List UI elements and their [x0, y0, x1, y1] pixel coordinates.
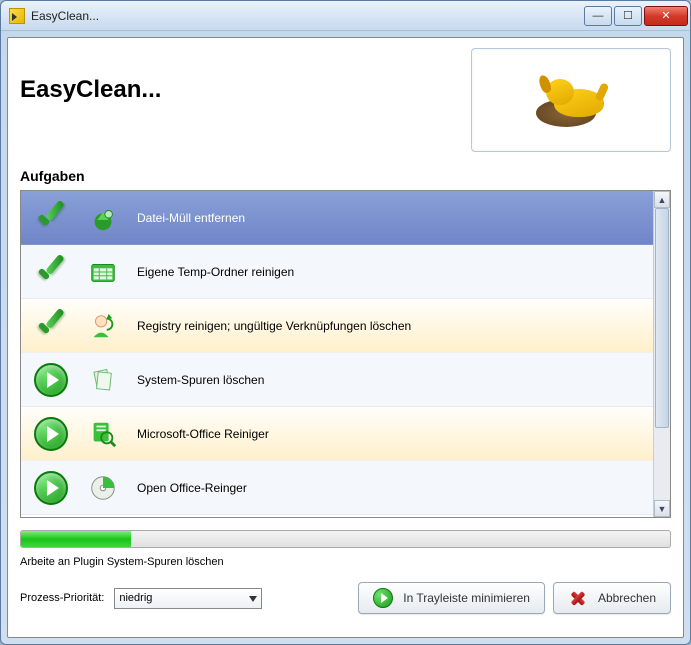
- task-label: Microsoft-Office Reiniger: [137, 427, 269, 441]
- check-icon: [33, 200, 69, 236]
- user-refresh-icon: [87, 310, 119, 342]
- priority-value: niedrig: [119, 592, 152, 604]
- scroll-track[interactable]: [654, 208, 670, 500]
- vertical-scrollbar[interactable]: ▲ ▼: [653, 191, 670, 517]
- titlebar[interactable]: EasyClean... — ☐ ✕: [1, 1, 690, 31]
- priority-label: Prozess-Priorität:: [20, 592, 104, 604]
- calendar-icon: [87, 256, 119, 288]
- app-window: EasyClean... — ☐ ✕ EasyClean... Aufgaben: [0, 0, 691, 645]
- minimize-to-tray-button[interactable]: In Trayleiste minimieren: [358, 582, 545, 614]
- arrow-pending-icon: [33, 470, 69, 506]
- check-icon: [33, 308, 69, 344]
- task-label: Eigene Temp-Ordner reinigen: [137, 265, 294, 279]
- task-label: Open Office-Reinger: [137, 481, 247, 495]
- mascot-image: [471, 48, 671, 152]
- close-window-button[interactable]: ✕: [644, 6, 688, 26]
- arrow-pending-icon: [33, 416, 69, 452]
- app-icon: [9, 8, 25, 24]
- button-label: In Trayleiste minimieren: [403, 591, 530, 605]
- priority-combobox[interactable]: niedrig: [114, 588, 262, 609]
- tasks-section-title: Aufgaben: [20, 168, 671, 184]
- task-row[interactable]: Microsoft-Office Reiniger: [21, 407, 653, 461]
- progress-fill: [21, 531, 131, 547]
- tray-arrow-icon: [373, 588, 393, 608]
- status-text: Arbeite an Plugin System-Spuren löschen: [20, 556, 671, 568]
- office-search-icon: [87, 418, 119, 450]
- minimize-window-button[interactable]: —: [584, 6, 612, 26]
- bottom-controls: Prozess-Priorität: niedrig In Trayleiste…: [20, 582, 671, 614]
- task-list: Datei-Müll entfernen Eigene Temp-Ordner …: [21, 191, 653, 517]
- progress-bar: [20, 530, 671, 548]
- button-label: Abbrechen: [598, 591, 656, 605]
- task-label: Datei-Müll entfernen: [137, 211, 245, 225]
- scroll-thumb[interactable]: [655, 208, 669, 428]
- task-label: System-Spuren löschen: [137, 373, 264, 387]
- task-row[interactable]: Registry reinigen; ungültige Verknüpfung…: [21, 299, 653, 353]
- task-row[interactable]: Eigene Temp-Ordner reinigen: [21, 245, 653, 299]
- window-title: EasyClean...: [31, 9, 582, 23]
- app-title: EasyClean...: [20, 76, 161, 104]
- maximize-window-button[interactable]: ☐: [614, 6, 642, 26]
- arrow-pending-icon: [33, 362, 69, 398]
- task-pane: Datei-Müll entfernen Eigene Temp-Ordner …: [20, 190, 671, 518]
- cancel-button[interactable]: Abbrechen: [553, 582, 671, 614]
- client-area: EasyClean... Aufgaben Da: [7, 37, 684, 638]
- task-row[interactable]: Open Office-Reinger: [21, 461, 653, 515]
- recycle-icon: [87, 202, 119, 234]
- window-controls: — ☐ ✕: [582, 6, 688, 26]
- disc-icon: [87, 472, 119, 504]
- papers-icon: [87, 364, 119, 396]
- task-row[interactable]: System-Spuren löschen: [21, 353, 653, 407]
- cancel-x-icon: [568, 588, 588, 608]
- scroll-up-button[interactable]: ▲: [654, 191, 670, 208]
- task-label: Registry reinigen; ungültige Verknüpfung…: [137, 319, 411, 333]
- check-icon: [33, 254, 69, 290]
- task-row[interactable]: Datei-Müll entfernen: [21, 191, 653, 245]
- scroll-down-button[interactable]: ▼: [654, 500, 670, 517]
